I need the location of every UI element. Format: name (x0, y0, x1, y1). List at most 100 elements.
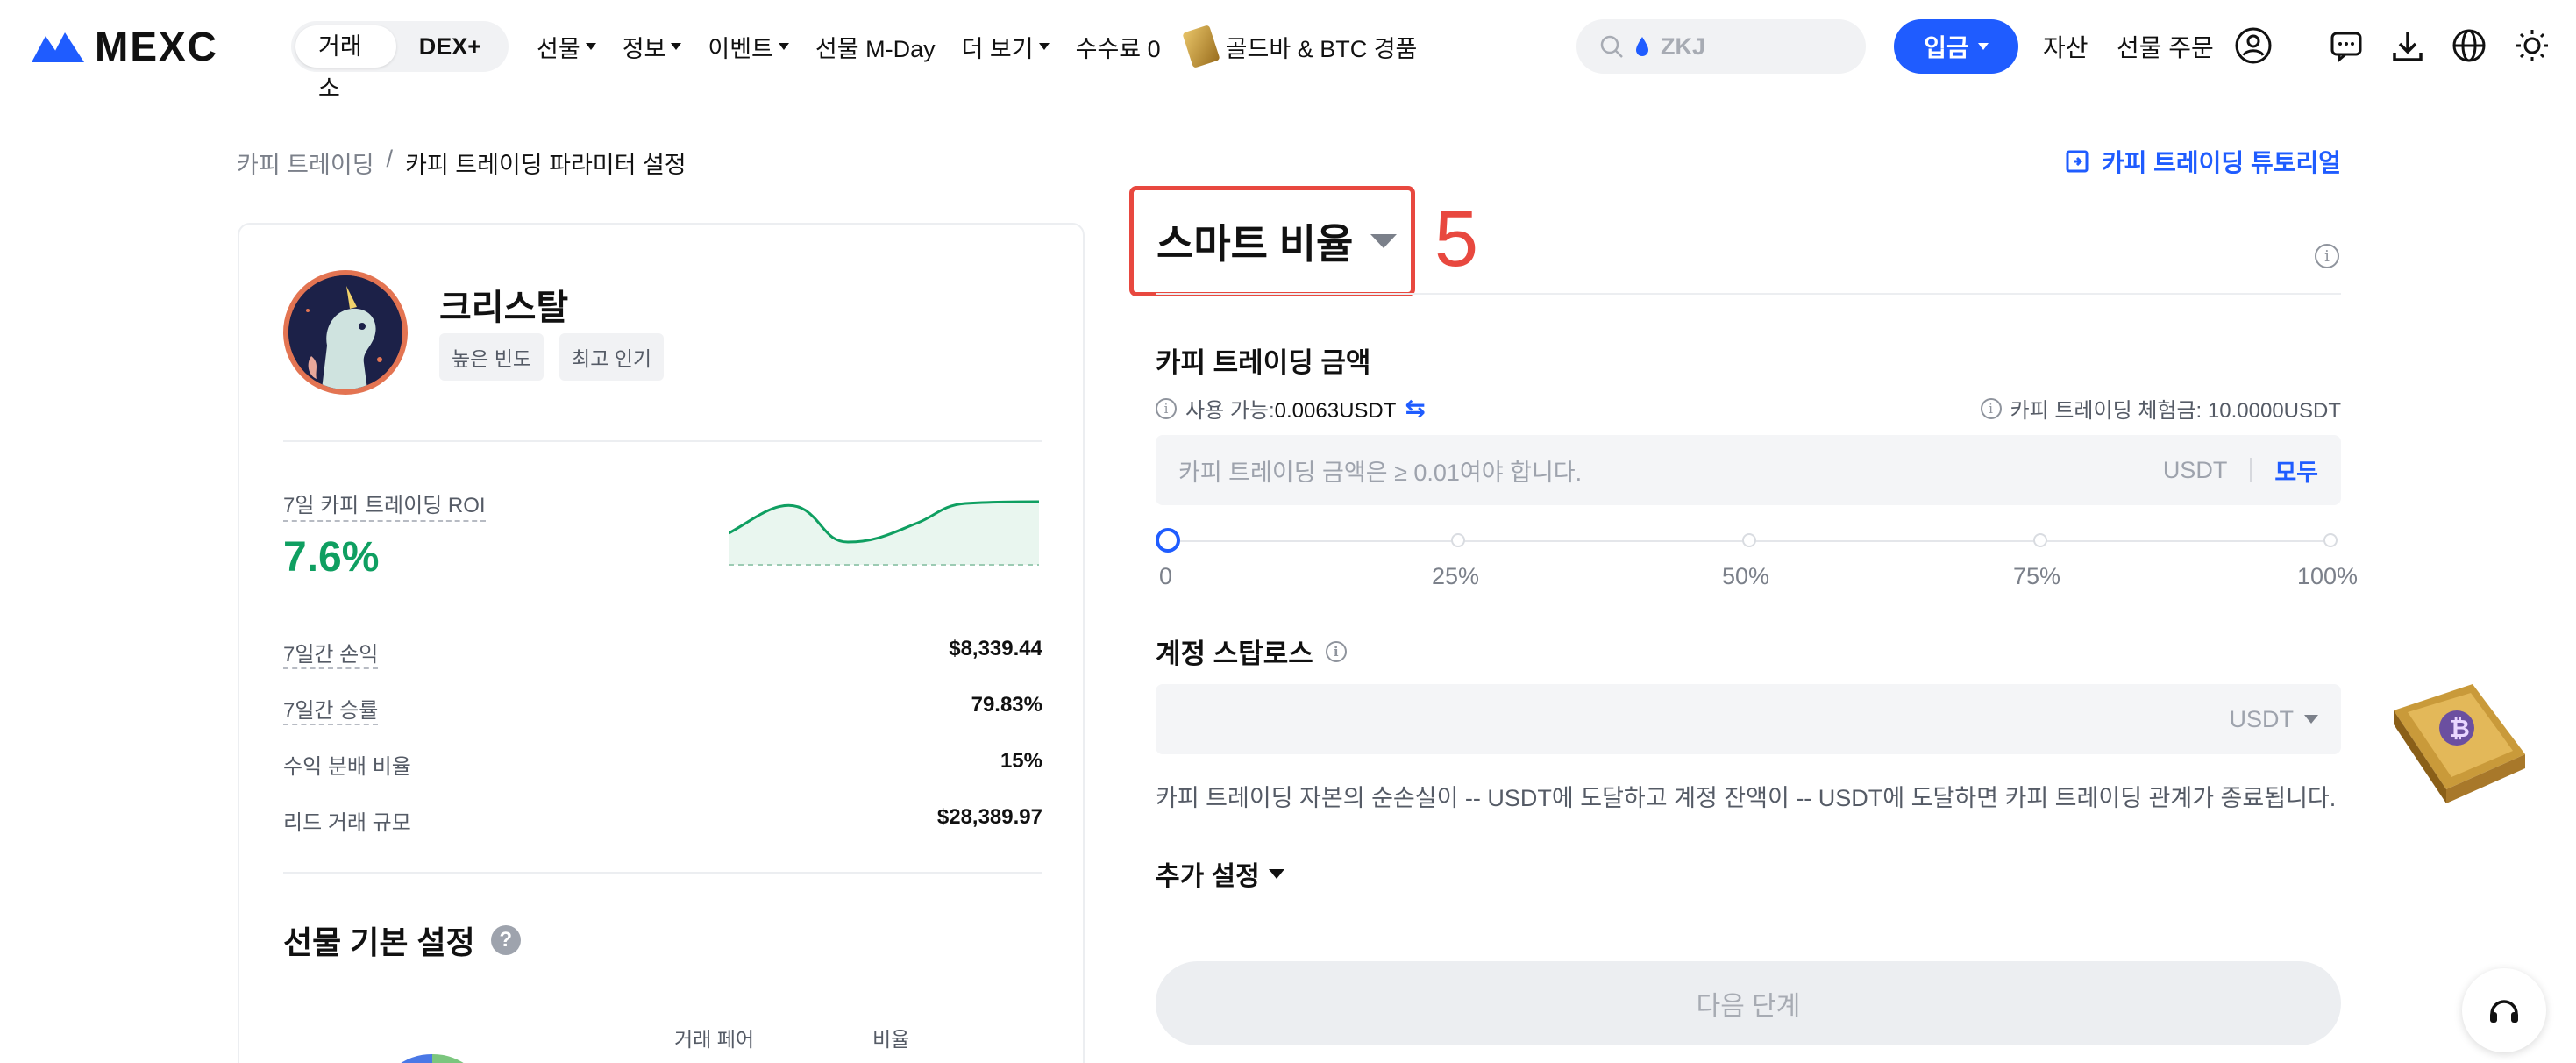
copy-mode-value: 스마트 비율 (1156, 221, 1354, 267)
stat-row-7d-pnl: 7일간 손익 $8,339.44 (283, 637, 1042, 669)
nav-futures-mday[interactable]: 선물 M-Day (815, 30, 936, 64)
theme-icon[interactable] (2513, 26, 2551, 65)
trial-value: 10.0000USDT (2207, 399, 2341, 423)
nav-zero-fee[interactable]: 수수료 0 (1076, 30, 1161, 64)
breadcrumb-separator: / (386, 146, 394, 172)
slider-mark-50[interactable] (1742, 533, 1756, 547)
slider-label: 50% (1722, 563, 1770, 589)
logo-text: MEXC (95, 24, 218, 69)
nav-more[interactable]: 더 보기 (962, 30, 1050, 64)
stoploss-title: 계정 스탑로스 i (1156, 631, 1347, 671)
stat-value: 79.83% (971, 693, 1042, 717)
nav-info[interactable]: 정보 (623, 30, 682, 64)
stat-label[interactable]: 7일간 손익 (283, 637, 379, 669)
stoploss-unit-select[interactable]: USDT (2230, 706, 2318, 733)
message-icon[interactable] (2327, 26, 2366, 65)
globe-icon[interactable] (2450, 26, 2488, 65)
slider-mark-75[interactable] (2033, 533, 2047, 547)
next-step-button[interactable]: 다음 단계 (1156, 961, 2341, 1045)
stoploss-input[interactable]: USDT (1156, 684, 2341, 754)
amount-unit: USDT (2162, 456, 2228, 483)
tutorial-link[interactable]: 카피 트레이딩 튜토리얼 (2065, 144, 2341, 179)
step-marker: 5 (1434, 196, 1479, 283)
segment-dex-plus[interactable]: DEX+ (396, 25, 504, 68)
more-settings-toggle[interactable]: 추가 설정 (1156, 854, 1284, 893)
futures-settings-title: 선물 기본 설정 ? (283, 917, 521, 963)
user-icon[interactable] (2234, 26, 2273, 65)
trader-name[interactable]: 크리스탈 (439, 279, 568, 330)
info-icon[interactable]: i (1156, 397, 1177, 419)
amount-input[interactable]: 카피 트레이딩 금액은 ≥ 0.01여야 합니다. USDT 모두 (1156, 435, 2341, 505)
customer-support-button[interactable] (2462, 968, 2546, 1052)
search-icon (1600, 35, 1623, 58)
stat-value: $8,339.44 (949, 637, 1042, 660)
trial-label: 카피 트레이딩 체험금: (2010, 399, 2202, 423)
slider-label: 0 (1159, 563, 1173, 589)
help-icon[interactable]: ? (490, 925, 521, 955)
stat-row-lead-volume: 리드 거래 규모 $28,389.97 (283, 805, 1042, 836)
all-button[interactable]: 모두 (2274, 453, 2318, 488)
mexc-logo-icon (32, 32, 84, 62)
pair-ratio-donut (401, 1053, 464, 1063)
chevron-down-icon (1038, 43, 1050, 50)
available-balance: i 사용 가능:0.0063USDT ⇆ (1156, 393, 1426, 424)
info-icon[interactable]: i (1325, 640, 1347, 662)
column-header-pair: 거래 페어 (674, 1028, 755, 1051)
info-icon[interactable]: i (1980, 397, 2002, 419)
tutorial-icon (2066, 150, 2089, 173)
nav-gold-btc-prize[interactable]: 골드바 & BTC 경품 (1181, 25, 1417, 68)
stat-value: $28,389.97 (936, 805, 1042, 829)
top-header: MEXC 거래소 DEX+ 선물 정보 이벤트 선물 M-Day 더 보기 수수… (0, 0, 2576, 102)
slider-label: 25% (1432, 563, 1480, 589)
chevron-down-icon (1977, 43, 1989, 50)
gold-bar-promo-icon[interactable]: ₿ (2385, 675, 2534, 807)
mexc-logo[interactable]: MEXC (30, 24, 218, 69)
amount-slider-thumb[interactable] (1156, 528, 1180, 553)
chevron-down-icon (585, 43, 596, 50)
transfer-icon[interactable]: ⇆ (1405, 394, 1425, 423)
chevron-down-icon (1268, 868, 1284, 879)
available-label: 사용 가능: (1185, 399, 1275, 423)
chevron-down-icon (778, 43, 789, 50)
info-icon[interactable]: i (2315, 244, 2339, 268)
divider (283, 440, 1042, 442)
copy-mode-select[interactable]: 스마트 비율 (1129, 186, 1415, 296)
slider-mark-25[interactable] (1451, 533, 1465, 547)
amount-title: 카피 트레이딩 금액 (1156, 347, 1371, 378)
tag-most-popular: 최고 인기 (559, 333, 665, 381)
divider (1156, 293, 2341, 295)
roi-label[interactable]: 7일 카피 트레이딩 ROI (283, 488, 486, 522)
deposit-button[interactable]: 입금 (1894, 19, 2018, 74)
breadcrumb: 카피 트레이딩 / 카피 트레이딩 파라미터 설정 (237, 146, 687, 180)
trader-avatar[interactable] (283, 270, 408, 395)
segment-exchange[interactable]: 거래소 (295, 25, 396, 102)
slider-mark-100[interactable] (2323, 533, 2338, 547)
separator (2250, 458, 2252, 482)
divider (283, 872, 1042, 874)
chevron-down-icon (1370, 234, 1398, 248)
stat-label: 리드 거래 규모 (283, 811, 411, 835)
breadcrumb-current: 카피 트레이딩 파라미터 설정 (405, 152, 687, 178)
futures-orders-link[interactable]: 선물 주문 (2117, 29, 2214, 64)
chevron-down-icon (671, 43, 682, 50)
trader-card: 크리스탈 높은 빈도 최고 인기 7일 카피 트레이딩 ROI 7.6% 7일간… (238, 223, 1085, 1063)
download-icon[interactable] (2388, 26, 2427, 65)
amount-input-placeholder: 카피 트레이딩 금액은 ≥ 0.01여야 합니다. (1178, 459, 1583, 486)
search-box[interactable]: ZKJ (1576, 19, 1866, 74)
assets-link[interactable]: 자산 (2043, 29, 2089, 64)
available-value: 0.0063USDT (1274, 399, 1397, 423)
gold-bar-icon (1181, 25, 1220, 68)
stoploss-note: 카피 트레이딩 자본의 순손실이 -- USDT에 도달하고 계정 잔액이 --… (1156, 785, 2337, 811)
drop-icon (1636, 37, 1648, 56)
headset-icon (2490, 1000, 2518, 1023)
trial-fund: i 카피 트레이딩 체험금: 10.0000USDT (1980, 393, 2341, 424)
roi-value: 7.6% (283, 534, 380, 581)
chevron-down-icon (2304, 715, 2318, 724)
nav-futures[interactable]: 선물 (537, 30, 596, 64)
nav-events[interactable]: 이벤트 (708, 30, 789, 64)
slider-label: 75% (2013, 563, 2061, 589)
breadcrumb-parent[interactable]: 카피 트레이딩 (237, 146, 374, 180)
tag-high-frequency: 높은 빈도 (439, 333, 544, 381)
stat-label[interactable]: 7일간 승률 (283, 693, 379, 725)
search-input[interactable]: ZKJ (1661, 33, 1705, 61)
